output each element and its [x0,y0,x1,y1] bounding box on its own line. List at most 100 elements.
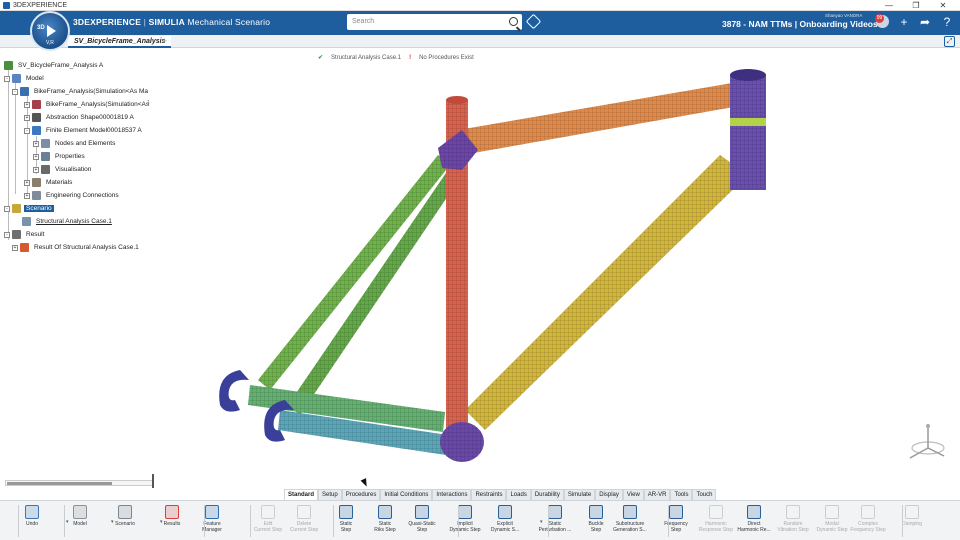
static-step-tool[interactable]: Static Step [334,504,358,540]
tree-item-materials[interactable]: + Materials [24,177,74,188]
close-window-button[interactable]: ✕ [932,0,954,11]
compass-widget[interactable]: 3D V,R [30,11,70,51]
complex-frequency-tool[interactable]: Complex Frequency Step [847,504,889,540]
scenario-icon [118,505,132,519]
tree-item-result-of[interactable]: + Result Of Structural Analysis Case.1 [12,242,141,253]
tree-item-nodes[interactable]: + Nodes and Elements [33,138,117,149]
undo-tool[interactable]: Undo [19,504,45,540]
section-tab-procedures[interactable]: Procedures [341,489,381,500]
tree-splitter[interactable] [152,474,154,488]
expand-icon[interactable]: + [33,166,39,173]
section-tab-tools[interactable]: Tools [670,489,693,500]
collapse-icon[interactable]: - [24,127,30,134]
add-tab-button[interactable]: + [162,35,167,47]
tool-sublabel: Current Step [253,527,283,533]
tree-item-model[interactable]: - Model [4,73,46,84]
quasi-static-tool[interactable]: Quasi-Static Step [407,504,437,540]
help-icon[interactable]: ? [940,15,954,29]
chevron-down-icon[interactable]: ▾ [160,519,163,525]
expand-icon[interactable]: + [12,244,18,251]
tree-scrollbar[interactable] [5,480,153,486]
seat-stay-left[interactable] [258,155,450,390]
collapse-icon[interactable]: - [4,75,10,82]
tool-sublabel: Step [340,527,352,533]
tag-icon[interactable] [525,13,542,30]
tree-root[interactable]: SV_BicycleFrame_Analysis A [4,60,105,71]
section-tab-standard[interactable]: Standard [284,489,319,500]
tree-item-engineering-connections[interactable]: + Engineering Connections [24,190,121,201]
head-tube[interactable] [730,69,766,190]
bicycle-frame-mesh[interactable] [200,60,800,480]
maximize-button[interactable]: ❐ [905,0,927,11]
action-bar: Undo Model Scenario Results Feature Manager Ed… [0,500,960,540]
section-tab-interactions[interactable]: Interactions [432,489,472,500]
scrollbar-thumb[interactable] [7,482,112,485]
tree-item-scenario[interactable]: - Scenario [4,203,54,214]
static-riks-tool[interactable]: Static Riks Step [370,504,400,540]
section-tab-touch[interactable]: Touch [692,489,717,500]
chevron-down-icon[interactable]: ▾ [540,519,543,525]
fit-all-button[interactable]: ⤢ [944,36,955,47]
section-tab-initial-conditions[interactable]: Initial Conditions [380,489,433,500]
toolbar-separator [548,505,549,537]
model-tool[interactable]: Model [65,504,95,540]
add-icon[interactable]: + [897,15,911,29]
explicit-dynamic-tool[interactable]: Explicit Dynamic S... [486,504,524,540]
random-vibration-tool[interactable]: Random Vibration Step [774,504,812,540]
section-tab-view[interactable]: View [622,489,644,500]
expand-icon[interactable]: + [33,140,39,147]
section-tab-simulate[interactable]: Simulate [563,489,596,500]
down-tube[interactable] [465,155,748,430]
brand: 3DEXPERIENCE | SIMULIA Mechanical Scenar… [73,17,270,27]
collab-space-selector[interactable]: 3878 - NAM TTMs | Onboarding Videos ⌄ [722,19,887,30]
delete-step-tool[interactable]: Delete Current Step [289,504,319,540]
dropout-left[interactable] [219,370,249,412]
modal-dynamic-tool[interactable]: Modal Dynamic Step [813,504,851,540]
section-tab-display[interactable]: Display [595,489,623,500]
tree-item-simulation[interactable]: - BikeFrame_Analysis(Simulation<As Ma [12,86,150,97]
share-icon[interactable]: ➦ [918,15,932,29]
search-input[interactable]: Search [347,14,522,30]
substructure-tool[interactable]: Substructure Generation S... [611,504,649,540]
orientation-gizmo-icon[interactable] [900,420,950,465]
avatar[interactable]: 99 [875,14,889,28]
results-tool[interactable]: Results [160,504,184,540]
tree-item-analysis-case[interactable]: Structural Analysis Case.1 [22,216,114,227]
direct-harmonic-tool[interactable]: Direct Harmonic Re... [737,504,771,540]
tab-bicycleframe-analysis[interactable]: SV_BicycleFrame_Analysis [68,36,172,48]
section-tab-restraints[interactable]: Restraints [471,489,507,500]
expand-icon[interactable]: + [24,101,30,108]
tree-item-result[interactable]: - Result [4,229,46,240]
implicit-dynamic-tool[interactable]: Implicit Dynamic Step [448,504,482,540]
section-tab-setup[interactable]: Setup [318,489,342,500]
frequency-step-tool[interactable]: Frequency Step [661,504,691,540]
expand-icon[interactable]: + [24,114,30,121]
tree-item-scenario-label: Scenario [24,205,54,212]
tree-item-abstraction[interactable]: + Abstraction Shape00001819 A [24,112,136,123]
expand-icon[interactable]: + [24,192,30,199]
bottom-bracket[interactable] [440,422,484,462]
buckle-step-tool[interactable]: Buckle Step [584,504,608,540]
section-tab-ar-vr[interactable]: AR-VR [643,489,671,500]
expand-icon[interactable]: + [24,179,30,186]
simulation-icon [20,87,29,96]
harmonic-response-tool[interactable]: Harmonic Response Step [698,504,734,540]
tree-item-simulation-child[interactable]: + BikeFrame_Analysis(Simulation<As [24,99,151,110]
edit-step-tool[interactable]: Edit Current Step [253,504,283,540]
seat-stay-right[interactable] [288,170,460,415]
tree-item-properties[interactable]: + Properties [33,151,87,162]
chevron-down-icon[interactable]: ▾ [66,519,69,525]
section-tab-durability[interactable]: Durability [530,489,564,500]
collapse-icon[interactable]: - [4,231,10,238]
top-tube[interactable] [458,82,745,155]
expand-icon[interactable]: + [33,153,39,160]
collapse-icon[interactable]: - [4,205,10,212]
feature-manager-tool[interactable]: Feature Manager [194,504,230,540]
chevron-down-icon[interactable]: ▾ [111,519,114,525]
section-tab-loads[interactable]: Loads [506,489,531,500]
minimize-button[interactable]: — [878,0,900,11]
search-icon[interactable] [509,17,518,26]
collapse-icon[interactable]: - [12,88,18,95]
tree-item-visualisation[interactable]: + Visualisation [33,164,93,175]
tree-item-fem[interactable]: - Finite Element Model00018537 A [24,125,144,136]
